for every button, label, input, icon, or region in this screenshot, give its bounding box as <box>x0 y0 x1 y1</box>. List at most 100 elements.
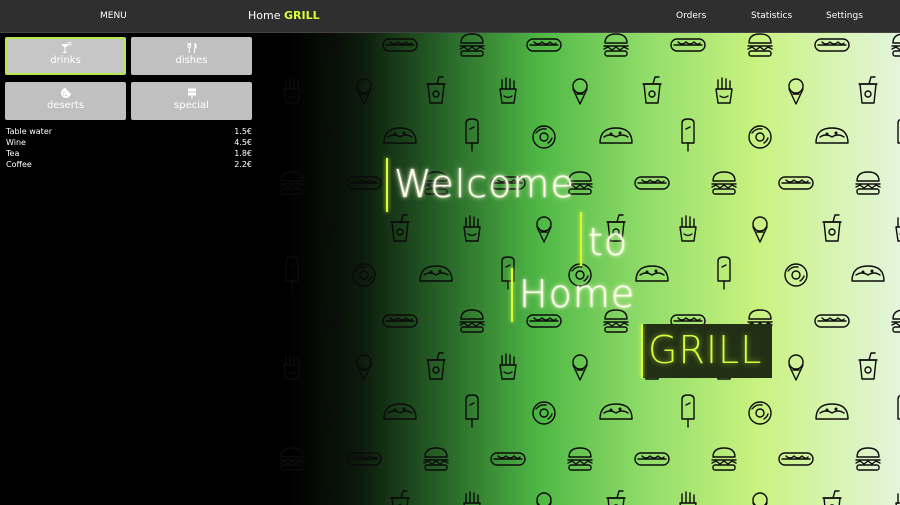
hotdog-icon <box>382 38 418 52</box>
donut-icon <box>748 401 772 425</box>
category-special-button[interactable]: special <box>131 82 252 120</box>
drink-icon <box>390 214 410 242</box>
fries-icon <box>499 77 517 104</box>
hotdog-icon <box>526 38 562 52</box>
drink-icon <box>426 76 446 104</box>
hotdog-icon <box>814 38 850 52</box>
taco-icon <box>635 265 669 282</box>
hotdog-icon <box>670 38 706 52</box>
hotdog-icon <box>346 452 382 466</box>
taco-icon <box>599 403 633 420</box>
fries-icon <box>463 215 481 242</box>
taco-icon <box>815 127 849 144</box>
category-label: deserts <box>46 100 85 111</box>
hotdog-icon <box>634 176 670 190</box>
burger-icon <box>891 309 900 333</box>
settings-link[interactable]: Settings <box>826 0 863 32</box>
drink-icon <box>858 76 878 104</box>
popsicle-icon <box>465 118 479 152</box>
brand-prefix: Home <box>248 9 281 22</box>
donut-icon <box>316 125 340 149</box>
hotdog-icon <box>490 452 526 466</box>
home-text: Home <box>519 272 636 316</box>
fries-icon <box>895 215 900 242</box>
icecream-icon <box>320 216 336 243</box>
brand-accent: GRILL <box>283 9 320 22</box>
burger-icon <box>711 171 737 195</box>
category-dishes-button[interactable]: dishes <box>131 37 252 75</box>
list-item[interactable]: Tea 1.8€ <box>6 148 252 159</box>
item-price: 4.5€ <box>234 138 252 147</box>
donut-icon <box>532 401 556 425</box>
fries-icon <box>679 491 697 505</box>
cookie-icon <box>60 88 71 98</box>
donut-icon <box>784 263 808 287</box>
item-name: Wine <box>6 138 26 147</box>
taco-icon <box>851 265 885 282</box>
category-drinks-button[interactable]: drinks <box>5 37 126 75</box>
list-item[interactable]: Wine 4.5€ <box>6 137 252 148</box>
brand-title: Home GRILL <box>248 0 320 32</box>
category-label: dishes <box>175 55 208 66</box>
hotdog-icon <box>634 452 670 466</box>
item-price: 2.2€ <box>234 160 252 169</box>
burger-icon <box>855 171 881 195</box>
fries-icon <box>679 215 697 242</box>
drink-icon <box>390 490 410 505</box>
signpost-icon <box>187 88 196 99</box>
icecream-icon <box>536 492 552 505</box>
icecream-icon <box>788 354 804 381</box>
accent-bar-grill <box>641 324 643 378</box>
burger-icon <box>279 171 305 195</box>
popsicle-icon <box>465 394 479 428</box>
category-label: special <box>174 100 209 111</box>
hotdog-icon <box>778 452 814 466</box>
item-price: 1.5€ <box>234 127 252 136</box>
burger-icon <box>279 447 305 471</box>
popsicle-icon <box>681 118 695 152</box>
drink-icon <box>822 490 842 505</box>
icecream-icon <box>788 78 804 105</box>
taco-icon <box>419 265 453 282</box>
category-label: drinks <box>50 55 81 66</box>
donut-icon <box>352 263 376 287</box>
drink-icon <box>606 490 626 505</box>
hotdog-icon <box>814 314 850 328</box>
burger-icon <box>459 309 485 333</box>
hotdog-icon <box>778 176 814 190</box>
icecream-icon <box>572 78 588 105</box>
fries-icon <box>895 491 900 505</box>
donut-icon <box>532 125 556 149</box>
icecream-icon <box>752 492 768 505</box>
taco-icon <box>815 403 849 420</box>
statistics-link[interactable]: Statistics <box>751 0 792 32</box>
drink-icon <box>858 352 878 380</box>
taco-icon <box>383 127 417 144</box>
hotdog-icon <box>346 176 382 190</box>
menu-link[interactable]: MENU <box>100 0 127 32</box>
popsicle-icon <box>681 394 695 428</box>
welcome-text: Welcome <box>394 162 575 206</box>
icecream-icon <box>752 216 768 243</box>
fork-knife-icon <box>187 42 197 53</box>
fries-icon <box>283 77 301 104</box>
fries-icon <box>283 353 301 380</box>
list-item[interactable]: Table water 1.5€ <box>6 126 252 137</box>
list-item[interactable]: Coffee 2.2€ <box>6 159 252 170</box>
orders-link[interactable]: Orders <box>676 0 706 32</box>
burger-icon <box>423 447 449 471</box>
item-name: Tea <box>6 149 20 158</box>
burger-icon <box>315 309 341 333</box>
burger-icon <box>315 33 341 57</box>
accent-bar-to <box>580 212 582 266</box>
icecream-icon <box>572 354 588 381</box>
burger-icon <box>459 33 485 57</box>
cocktail-icon <box>60 42 71 53</box>
category-deserts-button[interactable]: deserts <box>5 82 126 120</box>
item-name: Coffee <box>6 160 32 169</box>
icecream-icon <box>356 354 372 381</box>
donut-icon <box>748 125 772 149</box>
accent-bar-welcome <box>386 158 388 212</box>
icecream-icon <box>536 216 552 243</box>
top-navigation-bar: MENU Home GRILL Orders Statistics Settin… <box>0 0 900 33</box>
